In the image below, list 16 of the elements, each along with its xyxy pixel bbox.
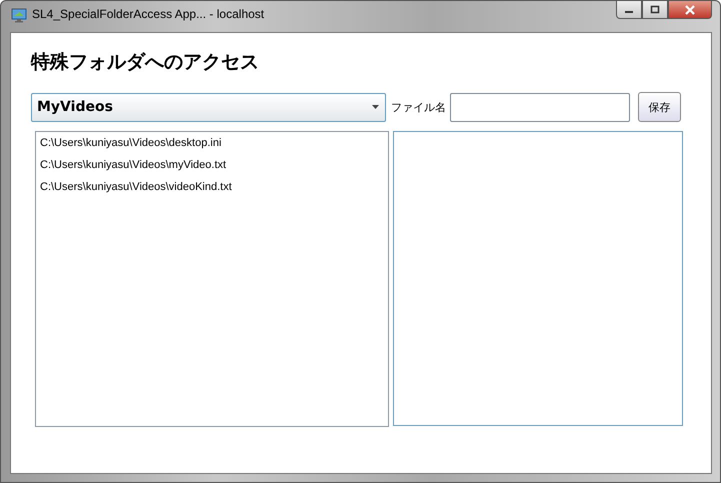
- file-name-field[interactable]: [450, 92, 630, 122]
- save-button[interactable]: 保存: [638, 92, 681, 122]
- close-icon: [684, 4, 696, 14]
- folder-dropdown[interactable]: MyVideos: [31, 92, 386, 122]
- file-list-item[interactable]: C:\Users\kuniyasu\Videos\desktop.ini: [40, 136, 384, 158]
- monitor-icon: [11, 7, 27, 23]
- caret-icon: [372, 105, 379, 109]
- page-heading: 特殊フォルダへのアクセス: [31, 50, 260, 75]
- close-button[interactable]: [668, 1, 712, 19]
- maximize-icon: [650, 5, 660, 14]
- file-list-item[interactable]: C:\Users\kuniyasu\Videos\myVideo.txt: [40, 158, 384, 180]
- window-title: SL4_SpecialFolderAccess App... - localhost: [32, 7, 264, 21]
- file-name-label: ファイル名: [391, 100, 446, 114]
- file-list-item[interactable]: C:\Users\kuniyasu\Videos\videoKind.txt: [40, 180, 384, 202]
- restore-button[interactable]: [642, 1, 668, 19]
- minimize-button[interactable]: [616, 1, 642, 19]
